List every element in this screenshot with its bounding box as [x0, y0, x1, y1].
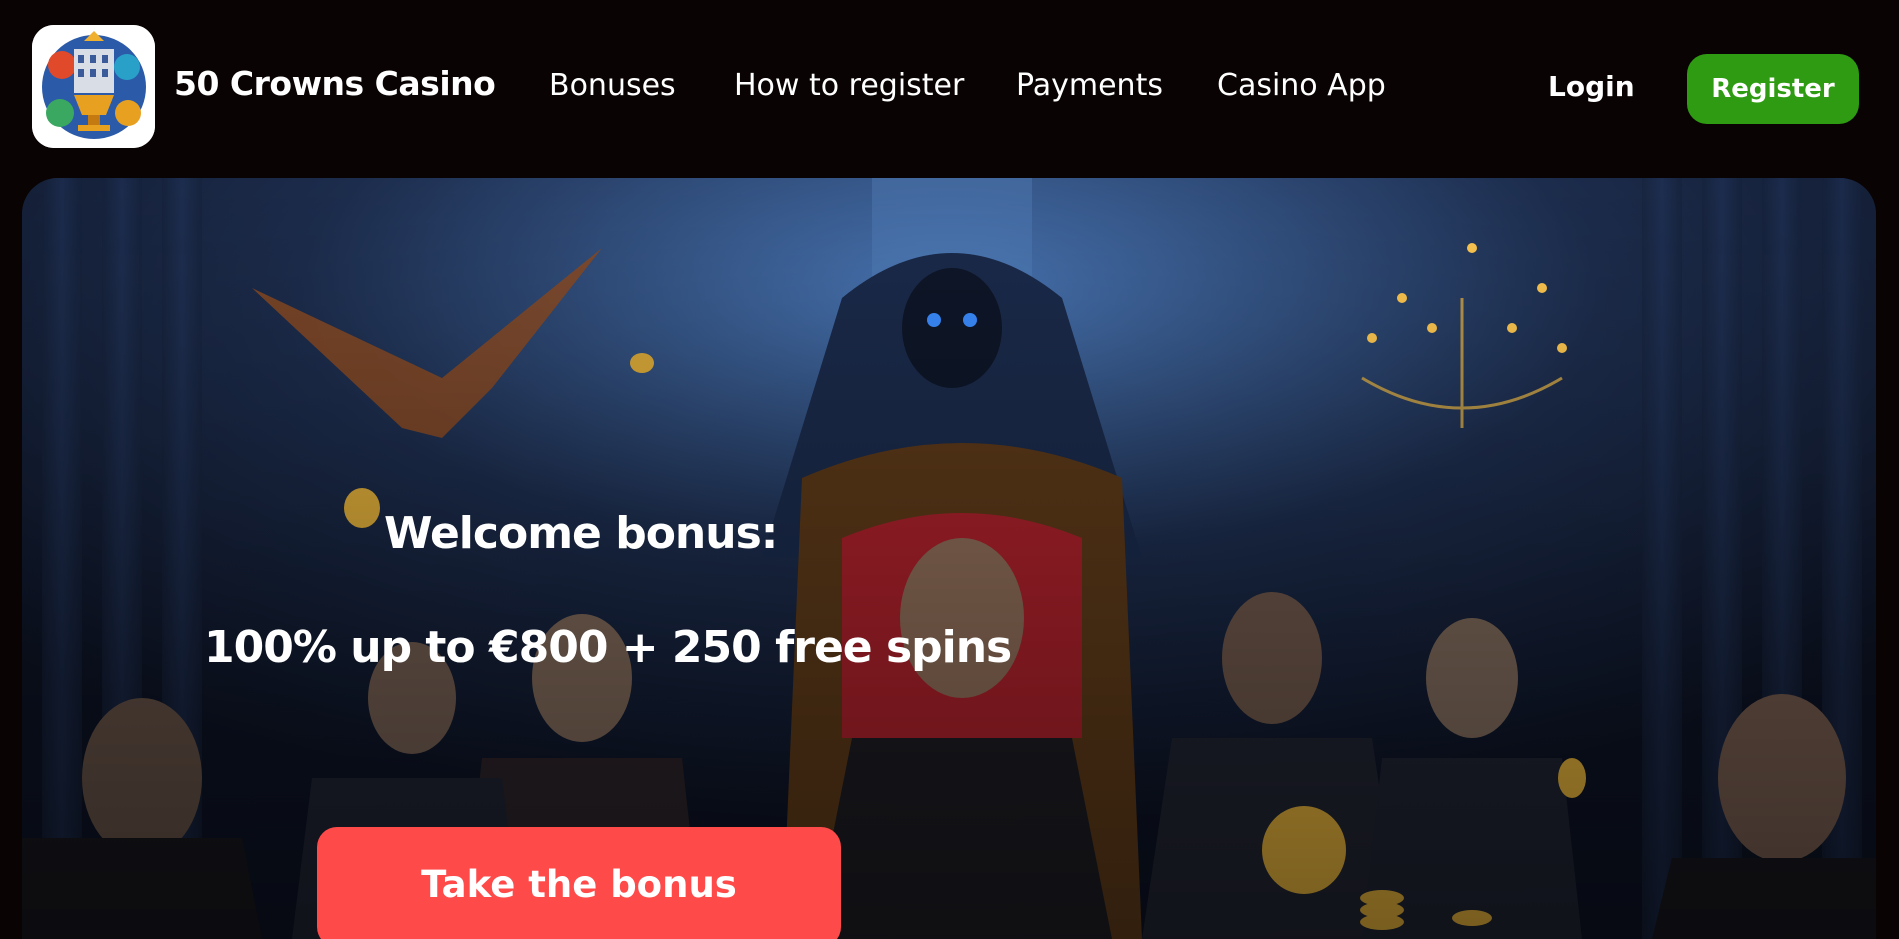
take-bonus-button[interactable]: Take the bonus: [317, 827, 841, 939]
casino-crest-icon[interactable]: [32, 25, 155, 148]
site-header: 50 Crowns Casino Bonuses How to register…: [0, 0, 1899, 178]
nav-casino-app[interactable]: Casino App: [1217, 68, 1386, 103]
brand-name[interactable]: 50 Crowns Casino: [174, 64, 496, 103]
register-button[interactable]: Register: [1687, 54, 1859, 124]
nav-payments[interactable]: Payments: [1016, 68, 1163, 103]
nav-bonuses[interactable]: Bonuses: [549, 68, 676, 103]
hero-background-image: [22, 178, 1876, 939]
login-link[interactable]: Login: [1548, 70, 1635, 103]
hero-banner: Welcome bonus: 100% up to €800 + 250 fre…: [22, 178, 1876, 939]
hero-title: Welcome bonus:: [384, 508, 778, 559]
nav-how-to-register[interactable]: How to register: [734, 68, 964, 103]
hero-offer: 100% up to €800 + 250 free spins: [204, 622, 1012, 673]
